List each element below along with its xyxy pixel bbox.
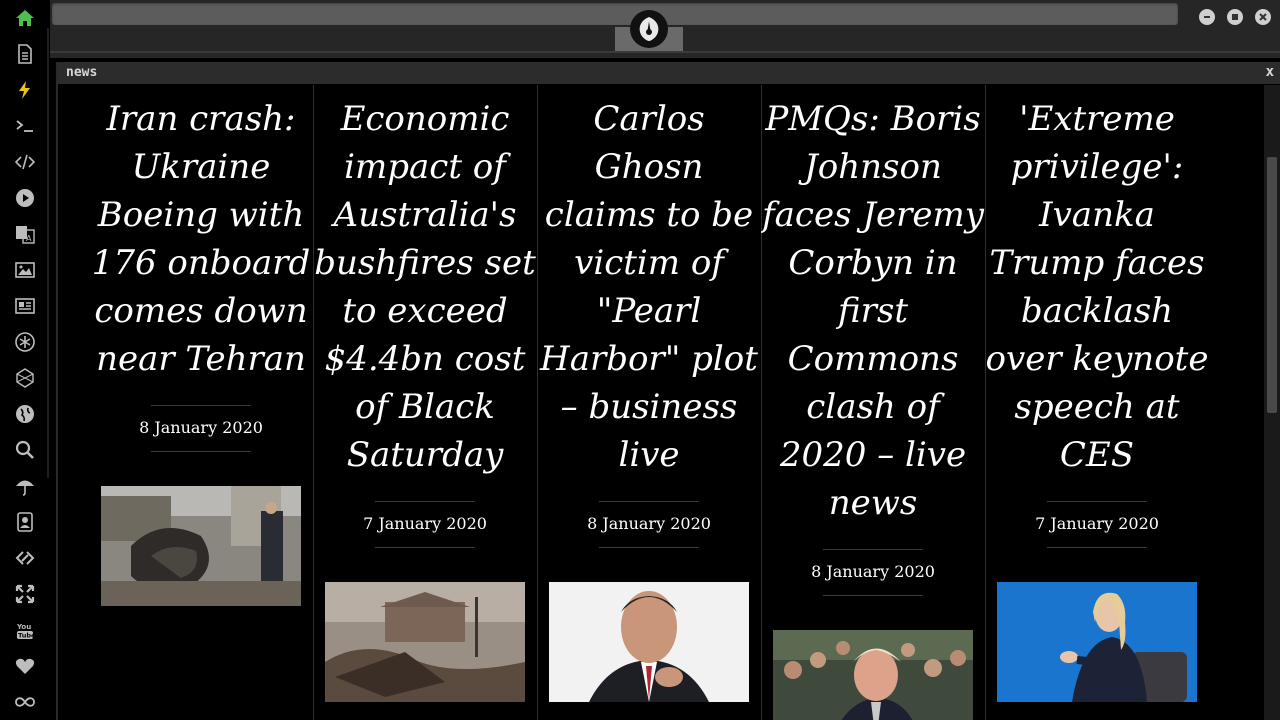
article-title[interactable]: Iran crash: Ukraine Boeing with 176 onbo… [89, 85, 313, 383]
hexagon-icon[interactable] [13, 366, 37, 390]
globe-icon[interactable] [13, 402, 37, 426]
search-icon[interactable] [13, 438, 37, 462]
article-image[interactable] [997, 582, 1197, 702]
icon-sidebar: A You Tube [0, 0, 50, 720]
article-card[interactable]: PMQs: Boris Johnson faces Jeremy Corbyn … [761, 85, 985, 720]
panel-header: news x [58, 62, 1280, 84]
article-title[interactable]: Carlos Ghosn claims to be victim of "Pea… [537, 85, 761, 479]
infinity-icon[interactable] [13, 690, 37, 714]
home-icon[interactable] [13, 6, 37, 30]
svg-text:You: You [16, 623, 31, 631]
divider [151, 451, 251, 452]
sidebar-divider [47, 28, 49, 478]
play-icon[interactable] [13, 186, 37, 210]
link-icon[interactable] [13, 546, 37, 570]
close-window-button[interactable] [1255, 9, 1271, 25]
article-title[interactable]: Economic impact of Australia's bushfires… [313, 85, 537, 479]
article-date: 7 January 2020 [363, 514, 487, 533]
article-date: 8 January 2020 [139, 418, 263, 437]
svg-text:Tube: Tube [18, 632, 35, 640]
heart-icon[interactable] [13, 654, 37, 678]
address-bar[interactable] [52, 3, 1178, 25]
article-card[interactable]: 'Extreme privilege': Ivanka Trump faces … [985, 85, 1209, 720]
divider [599, 547, 699, 548]
article-image[interactable] [101, 486, 301, 606]
article-title[interactable]: 'Extreme privilege': Ivanka Trump faces … [985, 85, 1209, 479]
asterisk-icon[interactable] [13, 330, 37, 354]
article-date: 7 January 2020 [1035, 514, 1159, 533]
scrollbar-thumb[interactable] [1267, 157, 1277, 413]
document-icon[interactable] [13, 42, 37, 66]
expand-icon[interactable] [13, 582, 37, 606]
panel-close-button[interactable]: x [1266, 64, 1274, 80]
contact-icon[interactable] [13, 510, 37, 534]
news-icon[interactable] [13, 294, 37, 318]
article-title[interactable]: PMQs: Boris Johnson faces Jeremy Corbyn … [761, 85, 985, 527]
article-card[interactable]: Economic impact of Australia's bushfires… [313, 85, 537, 720]
code-icon[interactable] [13, 150, 37, 174]
divider [1047, 547, 1147, 548]
divider [375, 547, 475, 548]
article-card[interactable]: Iran crash: Ukraine Boeing with 176 onbo… [89, 85, 313, 720]
umbrella-icon[interactable] [13, 474, 37, 498]
rebel-alliance-logo [630, 10, 668, 48]
minimize-button[interactable] [1199, 9, 1215, 25]
scrollbar[interactable] [1264, 85, 1280, 720]
image-icon[interactable] [13, 258, 37, 282]
article-date: 8 January 2020 [811, 562, 935, 581]
article-image[interactable] [773, 630, 973, 720]
panel-title: news [66, 65, 98, 80]
bolt-icon[interactable] [13, 78, 37, 102]
youtube-icon[interactable]: You Tube [13, 618, 37, 642]
svg-text:A: A [26, 234, 32, 243]
terminal-icon[interactable] [13, 114, 37, 138]
article-card[interactable]: Carlos Ghosn claims to be victim of "Pea… [537, 85, 761, 720]
article-date: 8 January 2020 [587, 514, 711, 533]
top-bar-divider [50, 51, 1280, 53]
divider [823, 595, 923, 596]
article-image[interactable] [549, 582, 749, 702]
translate-icon[interactable]: A [13, 222, 37, 246]
maximize-button[interactable] [1227, 9, 1243, 25]
article-image[interactable] [325, 582, 525, 702]
